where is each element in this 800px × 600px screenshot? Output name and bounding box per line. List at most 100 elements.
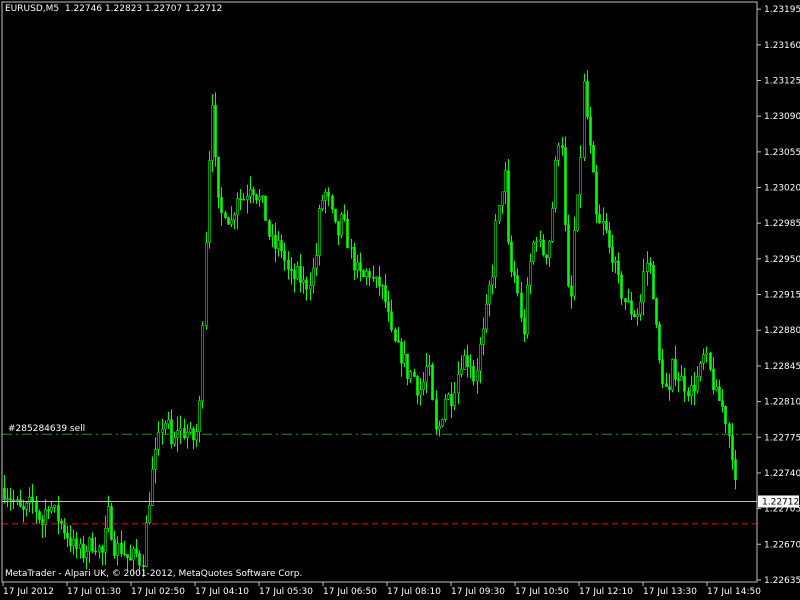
candle-body [630, 300, 633, 315]
candle-body [340, 214, 343, 236]
symbol-label: EURUSD,M5 [5, 4, 60, 14]
candle-body [201, 325, 204, 402]
candle-body [142, 565, 145, 568]
candle-body [6, 498, 9, 501]
time-tick-label: 17 Jul 12:10 [579, 587, 633, 597]
candle-body [280, 240, 283, 252]
candle-body [627, 300, 630, 303]
candle-body [66, 533, 69, 539]
candle-body [242, 198, 245, 201]
candle-body [573, 230, 576, 297]
candle-body [129, 557, 132, 561]
candle-body [154, 449, 157, 470]
price-tick-label: 1.22810 [764, 398, 800, 408]
candle-body [186, 431, 189, 438]
candle-body [721, 400, 724, 407]
candle-body [680, 376, 683, 381]
candle-body [239, 198, 242, 201]
candle-body [25, 502, 28, 510]
candle-body [183, 427, 186, 438]
candle-body [72, 538, 75, 547]
candle-body [179, 427, 182, 432]
candle-body [564, 147, 567, 225]
candle-body [63, 523, 66, 534]
candle-body [557, 145, 560, 161]
candle-body [230, 219, 233, 225]
time-tick-label: 17 Jul 04:10 [195, 587, 249, 597]
candle-body [608, 230, 611, 248]
candle-body [466, 355, 469, 368]
candle-body [290, 268, 293, 271]
candle-body [428, 364, 431, 368]
candle-body [315, 255, 318, 269]
candle-body [110, 506, 113, 540]
candle-body [3, 487, 6, 500]
candle-body [47, 509, 50, 512]
candle-body [687, 391, 690, 397]
candle-body [375, 276, 378, 279]
candle-body [425, 366, 428, 383]
candle-body [390, 311, 393, 330]
candle-body [406, 353, 409, 379]
candle-body [674, 359, 677, 380]
candle-body [249, 189, 252, 197]
candle-body [79, 543, 82, 549]
candle-body [132, 548, 135, 561]
candle-body [157, 431, 160, 450]
candle-body [665, 383, 668, 387]
candle-body [384, 285, 387, 303]
candle-body [161, 428, 164, 433]
candle-body [498, 205, 501, 222]
candle-body [120, 542, 123, 554]
candle-body [491, 276, 494, 286]
candle-body [85, 550, 88, 559]
candle-body [450, 393, 453, 407]
candle-body [126, 554, 129, 558]
candle-body [16, 499, 19, 501]
candle-body [283, 250, 286, 261]
candle-body [724, 406, 727, 425]
candle-body [592, 145, 595, 173]
candle-body [271, 234, 274, 237]
candle-body [44, 509, 47, 526]
candle-body [362, 270, 365, 278]
candle-body [69, 537, 72, 547]
chart-header: EURUSD,M5 1.22746 1.22823 1.22707 1.2271… [5, 4, 222, 14]
candle-body [220, 197, 223, 214]
time-tick-label: 17 Jul 13:30 [643, 587, 697, 597]
candle-body [472, 366, 475, 382]
candle-body [696, 376, 699, 392]
candle-body [227, 217, 230, 225]
candle-body [576, 194, 579, 231]
candle-body [224, 212, 227, 218]
candle-body [705, 352, 708, 356]
time-tick-label: 17 Jul 08:10 [387, 587, 441, 597]
candle-body [337, 221, 340, 236]
candle-series [3, 70, 737, 577]
price-chart[interactable]: #285284639 sell1.22712 1.231951.231601.2… [0, 0, 800, 600]
candle-body [476, 370, 479, 382]
candle-body [372, 276, 375, 279]
candle-body [413, 371, 416, 377]
candle-body [620, 274, 623, 299]
candle-body [485, 303, 488, 330]
time-tick-label: 17 Jul 01:30 [67, 587, 121, 597]
candle-body [324, 191, 327, 201]
candle-body [510, 241, 513, 272]
time-tick-label: 17 Jul 14:50 [707, 587, 761, 597]
candle-body [359, 262, 362, 272]
candle-body [321, 200, 324, 209]
candle-body [53, 504, 56, 508]
candle-body [356, 262, 359, 271]
candle-body [614, 260, 617, 263]
candle-body [151, 468, 154, 506]
candle-body [50, 507, 53, 512]
candle-body [334, 208, 337, 222]
candle-body [409, 371, 412, 379]
candle-body [513, 271, 516, 276]
candle-body [683, 376, 686, 392]
price-tick-label: 1.23020 [764, 184, 800, 194]
candle-body [145, 522, 148, 568]
copyright-text: MetaTrader - Alpari UK, © 2001-2012, Met… [5, 569, 303, 579]
candle-body [205, 242, 208, 326]
